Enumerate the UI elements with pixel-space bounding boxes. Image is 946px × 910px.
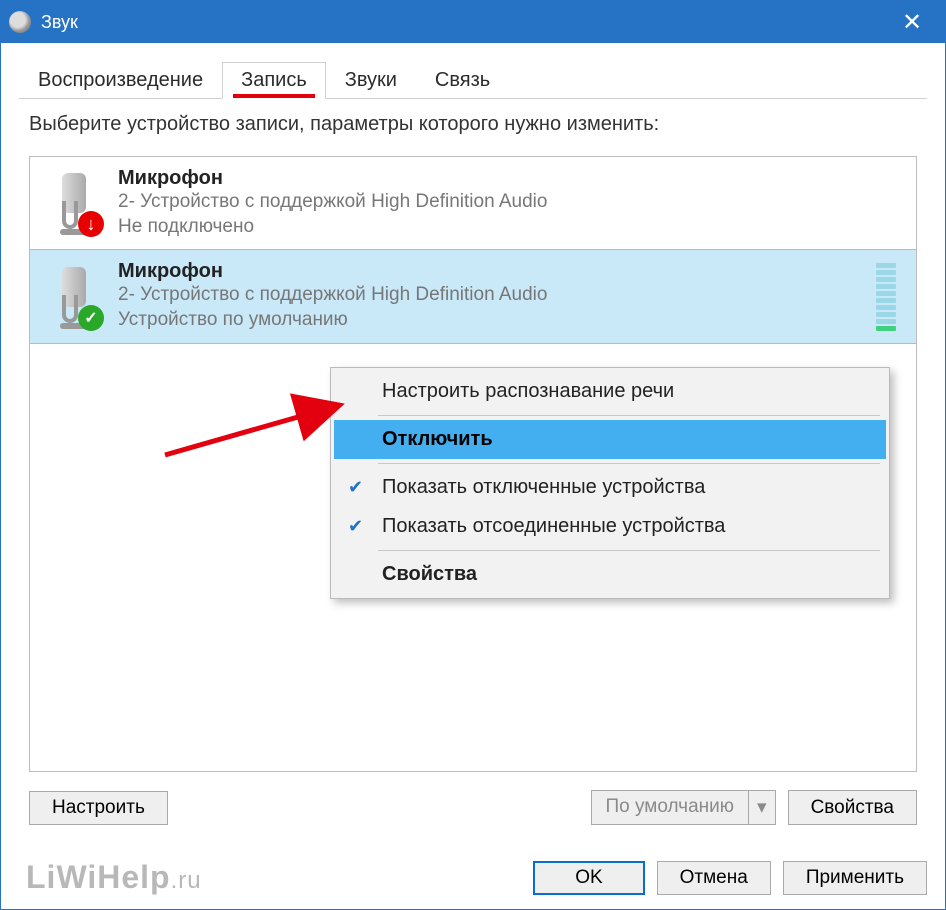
device-text: Микрофон 2- Устройство с поддержкой High… xyxy=(118,260,860,332)
tab-communications[interactable]: Связь xyxy=(416,62,509,99)
apply-button[interactable]: Применить xyxy=(783,861,927,895)
default-button-label: По умолчанию xyxy=(592,791,749,824)
menu-item-show-disconnected[interactable]: ✔ Показать отсоединенные устройства xyxy=(334,507,886,546)
menu-item-disable[interactable]: Отключить xyxy=(334,420,886,459)
watermark-main: LiWiHelp xyxy=(26,859,171,895)
menu-item-speech[interactable]: Настроить распознавание речи xyxy=(334,372,886,411)
microphone-icon xyxy=(46,265,102,329)
menu-label: Показать отключенные устройства xyxy=(382,476,705,499)
dialog-content: Воспроизведение Запись Звуки Связь Выбер… xyxy=(1,43,945,847)
menu-item-show-disabled[interactable]: ✔ Показать отключенные устройства xyxy=(334,468,886,507)
speaker-icon xyxy=(9,11,31,33)
tab-sounds[interactable]: Звуки xyxy=(326,62,416,99)
window-title: Звук xyxy=(41,12,887,33)
default-split-button[interactable]: По умолчанию ▾ xyxy=(591,790,776,825)
menu-separator xyxy=(378,415,880,416)
device-status: Не подключено xyxy=(118,215,900,240)
check-icon: ✔ xyxy=(348,516,363,537)
chevron-down-icon: ▾ xyxy=(748,791,775,824)
menu-item-properties[interactable]: Свойства xyxy=(334,555,886,594)
menu-separator xyxy=(378,550,880,551)
disconnected-badge-icon xyxy=(78,211,104,237)
cancel-button[interactable]: Отмена xyxy=(657,861,771,895)
watermark: LiWiHelp.ru xyxy=(26,859,202,896)
tab-recording[interactable]: Запись xyxy=(222,62,326,99)
device-name: Микрофон xyxy=(118,167,900,190)
instruction-text: Выберите устройство записи, параметры ко… xyxy=(29,113,917,136)
configure-button[interactable]: Настроить xyxy=(29,791,168,825)
device-text: Микрофон 2- Устройство с поддержкой High… xyxy=(118,167,900,239)
context-menu: Настроить распознавание речи Отключить ✔… xyxy=(330,367,890,599)
watermark-suffix: .ru xyxy=(171,867,202,894)
device-name: Микрофон xyxy=(118,260,860,283)
device-subtitle: 2- Устройство с поддержкой High Definiti… xyxy=(118,190,900,215)
tabstrip: Воспроизведение Запись Звуки Связь xyxy=(19,61,927,99)
menu-label: Показать отсоединенные устройства xyxy=(382,515,725,538)
device-item-default[interactable]: Микрофон 2- Устройство с поддержкой High… xyxy=(30,249,916,343)
close-button[interactable]: ✕ xyxy=(887,1,937,43)
check-icon: ✔ xyxy=(348,477,363,498)
sound-window: Звук ✕ Воспроизведение Запись Звуки Связ… xyxy=(0,0,946,910)
level-meter xyxy=(876,263,896,331)
menu-separator xyxy=(378,463,880,464)
titlebar: Звук ✕ xyxy=(1,1,945,43)
properties-button[interactable]: Свойства xyxy=(788,790,917,825)
lower-button-row: Настроить По умолчанию ▾ Свойства xyxy=(29,790,917,825)
device-list[interactable]: Микрофон 2- Устройство с поддержкой High… xyxy=(29,156,917,772)
device-status: Устройство по умолчанию xyxy=(118,308,860,333)
microphone-icon xyxy=(46,171,102,235)
tab-playback[interactable]: Воспроизведение xyxy=(19,62,222,99)
ok-button[interactable]: OK xyxy=(533,861,644,895)
tab-body-recording: Выберите устройство записи, параметры ко… xyxy=(19,99,927,835)
device-item-disconnected[interactable]: Микрофон 2- Устройство с поддержкой High… xyxy=(30,157,916,249)
default-badge-icon xyxy=(78,305,104,331)
close-icon: ✕ xyxy=(902,8,922,37)
device-subtitle: 2- Устройство с поддержкой High Definiti… xyxy=(118,283,860,308)
